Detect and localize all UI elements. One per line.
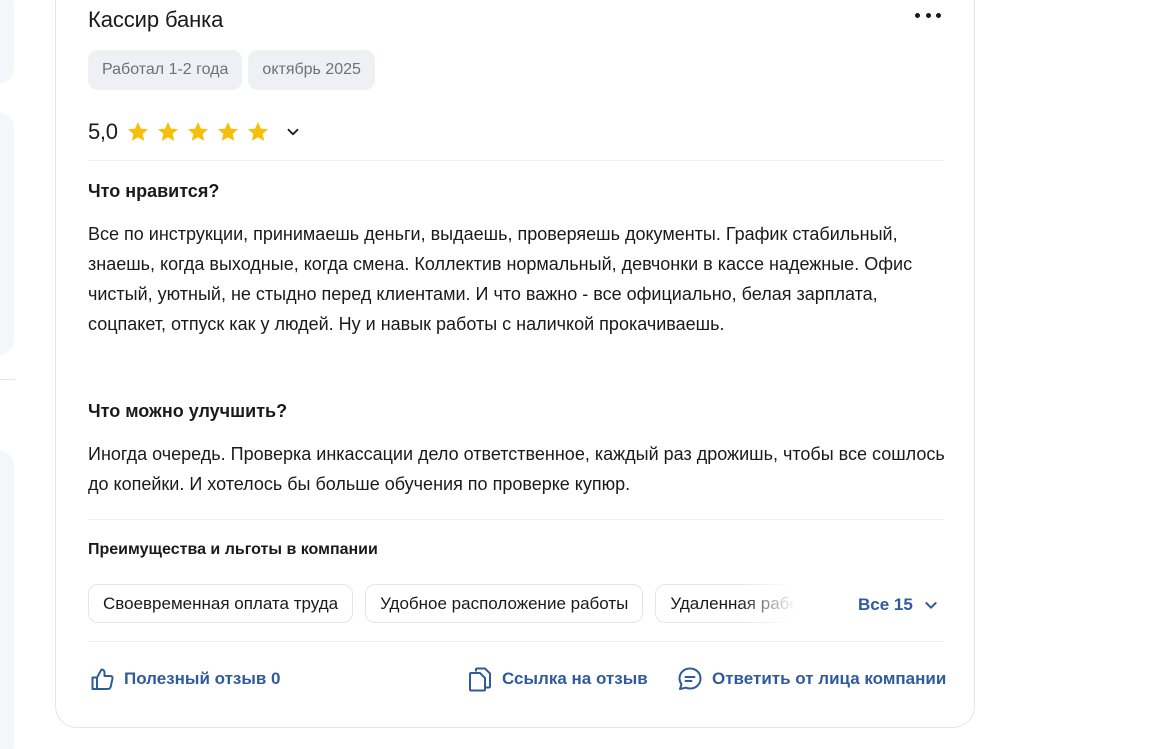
- side-card[interactable]: [0, 112, 14, 355]
- rating-value: 5,0: [88, 119, 118, 144]
- star-icon: [187, 122, 208, 141]
- divider: [88, 519, 944, 520]
- review-tags: Работал 1-2 года октябрь 2025: [88, 50, 375, 90]
- star-icon: [127, 122, 148, 141]
- divider: [88, 160, 944, 161]
- star-icon: [247, 122, 268, 141]
- benefits-chips: Своевременная оплата труда Удобное распо…: [88, 584, 808, 623]
- star-icon: [157, 122, 178, 141]
- improve-heading: Что можно улучшить?: [88, 401, 288, 421]
- review-actions: Полезный отзыв 0 Ссылка на отзыв Ответит…: [88, 665, 946, 695]
- show-all-benefits-button[interactable]: Все 15: [858, 595, 939, 615]
- side-card[interactable]: [0, 450, 14, 749]
- benefit-chip[interactable]: Удобное расположение работы: [365, 584, 644, 623]
- benefit-chip[interactable]: Удаленная работа: [655, 584, 796, 623]
- rating-stars: [126, 120, 270, 144]
- more-icon[interactable]: [915, 10, 941, 20]
- copy-link-button[interactable]: Ссылка на отзыв: [466, 665, 648, 693]
- reply-button[interactable]: Ответить от лица компании: [676, 665, 946, 693]
- benefit-chip[interactable]: Своевременная оплата труда: [88, 584, 354, 623]
- page: Кассир банка Работал 1-2 года октябрь 20…: [0, 0, 1175, 749]
- review-card: Кассир банка Работал 1-2 года октябрь 20…: [55, 0, 975, 728]
- divider: [0, 379, 15, 380]
- tag-experience: Работал 1-2 года: [88, 50, 243, 90]
- benefits-heading: Преимущества и льготы в компании: [88, 541, 378, 558]
- divider: [88, 641, 944, 642]
- star-icon: [217, 122, 238, 141]
- helpful-button[interactable]: Полезный отзыв 0: [88, 665, 281, 693]
- copy-link-label: Ссылка на отзыв: [502, 669, 648, 688]
- likes-text: Все по инструкции, принимаешь деньги, вы…: [88, 224, 913, 334]
- improve-text: Иногда очередь. Проверка инкассации дело…: [88, 444, 945, 494]
- chevron-down-icon: [925, 602, 937, 609]
- rating: 5,0: [88, 119, 302, 145]
- helpful-label: Полезный отзыв 0: [124, 669, 281, 688]
- reply-label: Ответить от лица компании: [712, 669, 947, 688]
- copy-link-icon: [469, 667, 491, 692]
- side-card[interactable]: [0, 0, 14, 84]
- show-all-label: Все 15: [858, 595, 913, 614]
- likes-heading: Что нравится?: [88, 181, 220, 201]
- tag-date: октябрь 2025: [248, 50, 375, 90]
- review-title: Кассир банка: [88, 7, 224, 32]
- chevron-down-icon[interactable]: [284, 123, 302, 141]
- thumbs-up-icon: [91, 668, 114, 690]
- chat-icon: [678, 667, 702, 690]
